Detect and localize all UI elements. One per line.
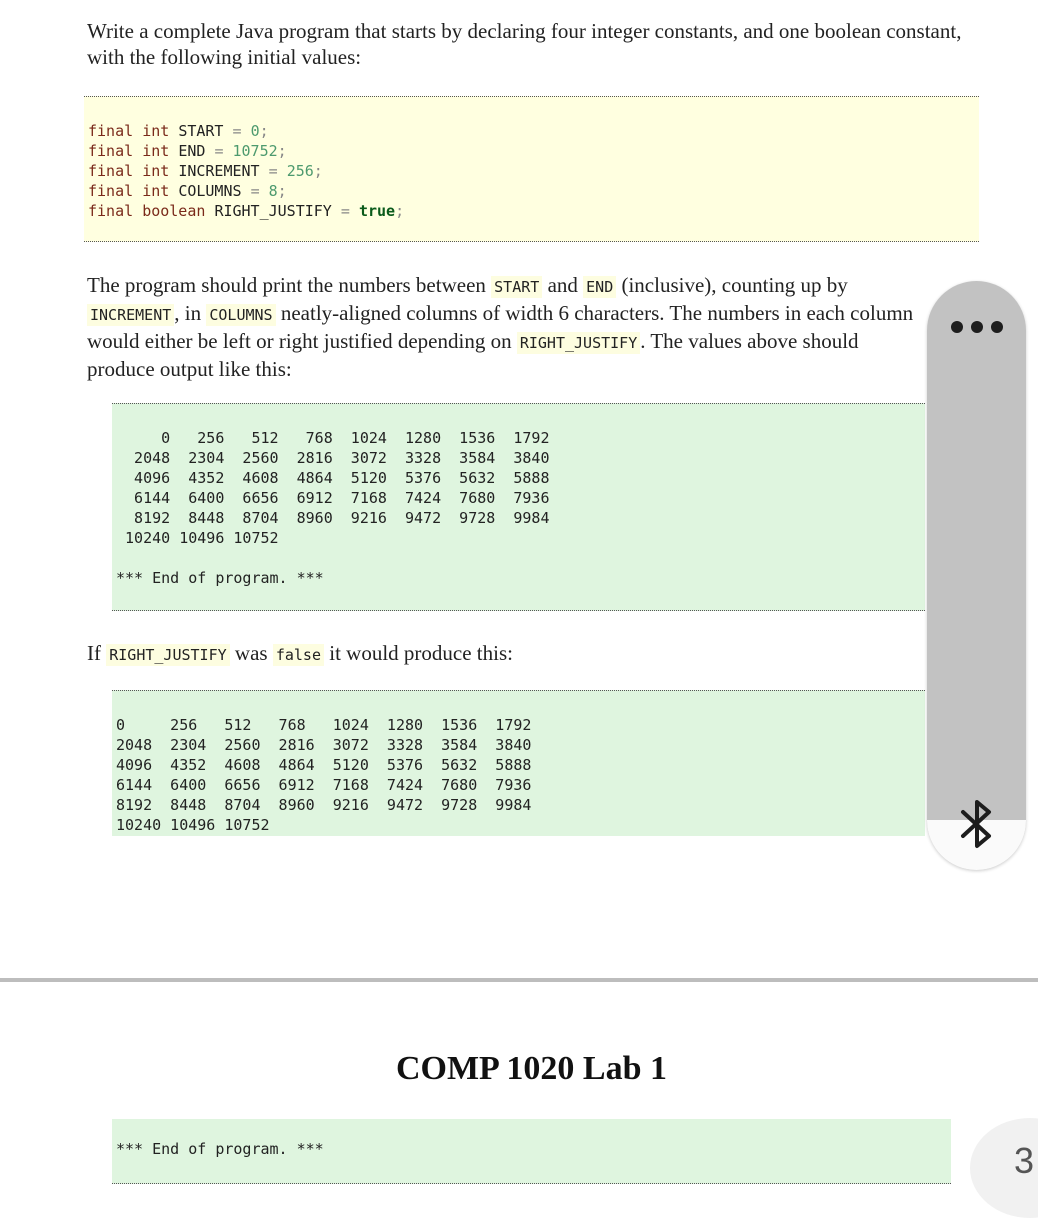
output-line: 6144 6400 6656 6912 7168 7424 7680 7936 <box>116 489 550 507</box>
false-note-paragraph: If RIGHT_JUSTIFY was false it would prod… <box>87 641 513 666</box>
floating-side-panel[interactable] <box>927 281 1026 870</box>
description-paragraph: The program should print the numbers bet… <box>87 273 914 381</box>
more-horizontal-icon[interactable] <box>927 321 1026 333</box>
inline-code-right-justify: RIGHT_JUSTIFY <box>516 332 641 354</box>
output-line: 2048 2304 2560 2816 3072 3328 3584 3840 <box>116 449 550 467</box>
inline-code-increment: INCREMENT <box>87 304 175 326</box>
left-justified-output: 0 256 512 768 1024 1280 1536 1792 2048 23… <box>112 690 925 836</box>
inline-code-end: END <box>583 276 617 298</box>
code-line: final int COLUMNS = 8; <box>88 182 287 200</box>
right-justified-output: 0 256 512 768 1024 1280 1536 1792 2048 2… <box>112 403 925 611</box>
code-line: final int END = 10752; <box>88 142 287 160</box>
code-line: final int START = 0; <box>88 122 269 140</box>
output-line: 2048 2304 2560 2816 3072 3328 3584 3840 <box>116 736 532 754</box>
intro-paragraph: Write a complete Java program that start… <box>87 19 962 69</box>
output-line: 4096 4352 4608 4864 5120 5376 5632 5888 <box>116 756 532 774</box>
constants-code-block: final int START = 0; final int END = 1075… <box>84 96 979 242</box>
output-line: 0 256 512 768 1024 1280 1536 1792 <box>116 429 550 447</box>
output-line: *** End of program. *** <box>116 1140 324 1158</box>
output-line: 4096 4352 4608 4864 5120 5376 5632 5888 <box>116 469 550 487</box>
output-line: 0 256 512 768 1024 1280 1536 1792 <box>116 716 532 734</box>
inline-code-start: START <box>491 276 543 298</box>
code-line: final int INCREMENT = 256; <box>88 162 323 180</box>
output-line: 10240 10496 10752 <box>116 816 270 834</box>
bluetooth-icon[interactable] <box>957 798 997 850</box>
page-title: COMP 1020 Lab 1 <box>395 1050 668 1087</box>
inline-code-right-justify: RIGHT_JUSTIFY <box>106 644 230 666</box>
inline-code-columns: COLUMNS <box>206 304 276 326</box>
output-line: 10240 10496 10752 <box>116 529 279 547</box>
page-number: 3 <box>1014 1140 1035 1181</box>
next-page-output: *** End of program. *** <box>112 1119 951 1184</box>
output-line: 8192 8448 8704 8960 9216 9472 9728 9984 <box>116 509 550 527</box>
output-line: 8192 8448 8704 8960 9216 9472 9728 9984 <box>116 796 532 814</box>
output-line: ​ <box>116 548 925 568</box>
output-line: *** End of program. *** <box>116 569 324 587</box>
page-divider <box>0 978 1038 982</box>
inline-code-false: false <box>272 644 324 666</box>
code-line: final boolean RIGHT_JUSTIFY = true; <box>88 202 405 220</box>
output-line: 6144 6400 6656 6912 7168 7424 7680 7936 <box>116 776 532 794</box>
